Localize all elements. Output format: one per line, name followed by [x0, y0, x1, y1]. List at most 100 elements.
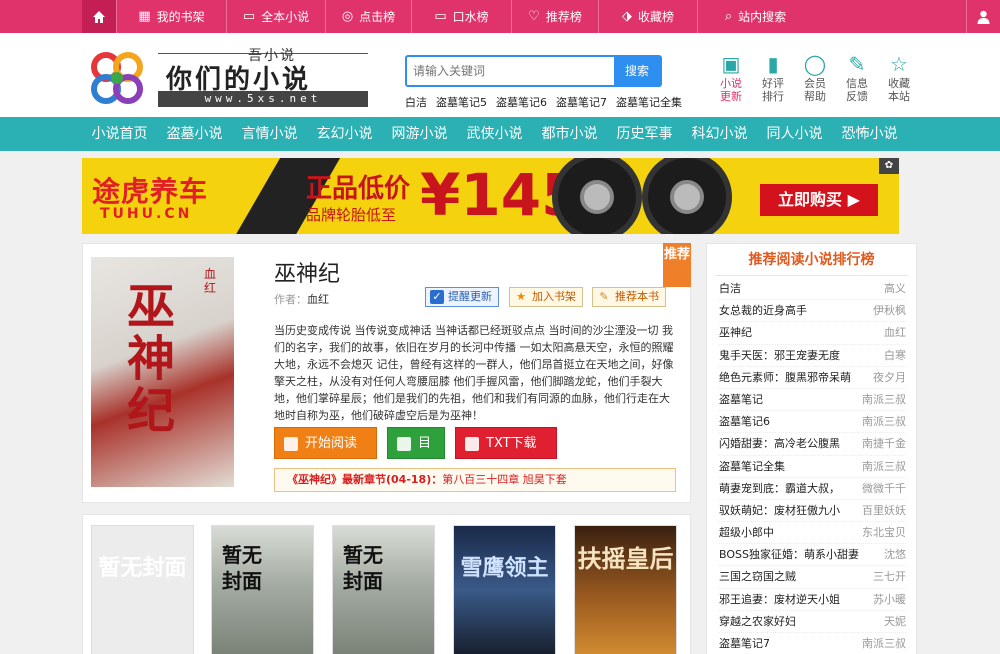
ranking-book-name[interactable]: 盗墓笔记: [719, 389, 763, 410]
header-icon-link[interactable]: ◯ 会员 帮助: [794, 51, 836, 103]
toc-button[interactable]: 目录: [387, 427, 445, 483]
category-nav-item[interactable]: 盗墓小说: [157, 117, 232, 151]
ranking-book-name[interactable]: 三国之窃国之贼: [719, 566, 796, 587]
top-nav-item[interactable]: ▦ 我的书架: [116, 0, 226, 33]
banner-headline: 正品低价: [306, 174, 411, 204]
banner-buy-button[interactable]: 立即购买 ▶: [760, 184, 878, 216]
ranking-book-name[interactable]: 驭妖萌妃：废材狂傲九小: [719, 500, 840, 521]
ranking-row[interactable]: 巫神纪 血红: [719, 322, 906, 345]
category-nav-item[interactable]: 网游小说: [382, 117, 457, 151]
ranking-row[interactable]: 闪婚甜妻：高冷老公腹黑 南捷千金: [719, 433, 906, 456]
ranking-list: 白洁 高义 女总裁的近身高手 伊秋枫 巫神纪 血红 鬼手天医：邪王宠妻无度 白寒 绝色元素师：腹…: [719, 278, 906, 654]
category-nav-item[interactable]: 同人小说: [757, 117, 832, 151]
remind-update-label: 提醒更新: [448, 290, 492, 303]
ranking-book-name[interactable]: BOSS独家征婚：萌系小甜妻: [719, 544, 859, 565]
category-nav-item[interactable]: 玄幻小说: [307, 117, 382, 151]
header: 吾小说 你们的小说 www.5xs.net 搜索 白洁盗墓笔记5 盗墓笔记6 盗墓笔…: [0, 33, 1000, 117]
ranking-row[interactable]: 驭妖萌妃：废材狂傲九小 百里妖妖: [719, 500, 906, 523]
category-nav-item[interactable]: 言情小说: [232, 117, 307, 151]
top-nav: ▦ 我的书架 ▭ 全本小说 ◎ 点击榜 ▭ 口水榜 ♡ 推荐榜 ⬗ 收藏榜 ⌕ 站内搜索: [82, 0, 916, 33]
top-nav-item[interactable]: ⌕ 站内搜索: [697, 0, 813, 33]
book-cover[interactable]: 巫神纪 血红: [91, 257, 234, 487]
ad-banner[interactable]: 途虎养车 TUHU.CN 正品低价 品牌轮胎低至 ¥145 立即购买 ▶ ✿: [82, 158, 899, 234]
home-icon: [93, 10, 105, 23]
ranking-book-name[interactable]: 萌妻宠到底：霸道大叔，: [719, 478, 840, 499]
ranking-row[interactable]: 鬼手天医：邪王宠妻无度 白寒: [719, 345, 906, 367]
ranking-book-name[interactable]: 盗墓笔记6: [719, 411, 770, 432]
hot-keyword[interactable]: 盗墓笔记6: [496, 94, 547, 110]
ranking-row[interactable]: 盗墓笔记全集 南派三叔: [719, 456, 906, 478]
ranking-row[interactable]: 女总裁的近身高手 伊秋枫: [719, 300, 906, 323]
star-icon: ☆: [890, 52, 908, 76]
txt-download-button[interactable]: TXT下载: [455, 427, 557, 459]
ranking-row[interactable]: 盗墓笔记 南派三叔: [719, 389, 906, 412]
ranking-book-name[interactable]: 白洁: [719, 278, 741, 299]
header-icon-label: 信息: [846, 77, 868, 90]
cover-title: 巫神纪: [127, 279, 176, 439]
category-nav-item[interactable]: 历史军事: [607, 117, 682, 151]
ranking-row[interactable]: 穿越之农家好妇 天妮: [719, 611, 906, 633]
ranking-row[interactable]: BOSS独家征婚：萌系小甜妻 沈悠: [719, 544, 906, 567]
ranking-row[interactable]: 绝色元素师：腹黑邪帝呆萌 夜夕月: [719, 367, 906, 389]
ranking-book-name[interactable]: 绝色元素师：腹黑邪帝呆萌: [719, 367, 851, 388]
book-thumb[interactable]: 暂无封面: [211, 525, 314, 654]
ranking-row[interactable]: 盗墓笔记6 南派三叔: [719, 411, 906, 434]
hot-keyword[interactable]: 白洁: [405, 94, 427, 110]
top-nav-label: 全本小说: [261, 10, 310, 24]
pencil-icon: ✎: [848, 52, 866, 76]
monitor-icon: ▭: [434, 9, 447, 24]
ranking-book-name[interactable]: 盗墓笔记7: [719, 633, 770, 654]
author-name[interactable]: 血红: [307, 293, 329, 306]
header-icon-link[interactable]: ▣ 小说 更新: [710, 51, 752, 103]
search-button[interactable]: 搜索: [614, 57, 660, 85]
site-logo[interactable]: 吾小说 你们的小说 www.5xs.net: [88, 45, 378, 111]
book-thumb-title: 雪鹰领主: [460, 556, 549, 581]
category-nav-item[interactable]: 恐怖小说: [832, 117, 907, 151]
book-thumb[interactable]: 暂无封面: [332, 525, 435, 654]
start-reading-button[interactable]: 开始阅读: [274, 427, 377, 459]
add-shelf-button[interactable]: ★ 加入书架: [509, 287, 583, 307]
top-nav-item[interactable]: ♡ 推荐榜: [511, 0, 598, 33]
ranking-book-name[interactable]: 穿越之农家好妇: [719, 611, 796, 632]
ranking-book-name[interactable]: 邪王追妻：废材逆天小姐: [719, 589, 840, 610]
category-nav-item[interactable]: 都市小说: [532, 117, 607, 151]
remind-update-button[interactable]: ✓ 提醒更新: [425, 287, 499, 307]
ranking-book-name[interactable]: 盗墓笔记全集: [719, 456, 785, 477]
top-nav-item[interactable]: ⬗ 收藏榜: [598, 0, 697, 33]
ranking-row[interactable]: 萌妻宠到底：霸道大叔， 微微千千: [719, 478, 906, 500]
list-icon: [284, 437, 298, 451]
header-icon-link[interactable]: ✎ 信息 反馈: [836, 51, 878, 103]
latest-chapter[interactable]: 《巫神纪》最新章节(04-18)：第八百三十四章 旭昊下套: [274, 468, 676, 492]
top-nav-item[interactable]: ▭ 口水榜: [411, 0, 511, 33]
ranking-row[interactable]: 三国之窃国之贼 三七开: [719, 566, 906, 589]
ranking-row[interactable]: 盗墓笔记7 南派三叔: [719, 633, 906, 654]
category-nav-item[interactable]: 武侠小说: [457, 117, 532, 151]
home-button[interactable]: [82, 0, 116, 33]
search-input[interactable]: [407, 57, 615, 85]
ranking-row[interactable]: 邪王追妻：废材逆天小姐 苏小暖: [719, 589, 906, 611]
recommend-book-button[interactable]: ✎ 推荐本书: [592, 287, 666, 307]
ranking-book-name[interactable]: 女总裁的近身高手: [719, 300, 807, 321]
hot-keyword[interactable]: 盗墓笔记7: [556, 94, 607, 110]
ranking-row[interactable]: 超级小郎中 东北宝贝: [719, 522, 906, 545]
ranking-book-name[interactable]: 闪婚甜妻：高冷老公腹黑: [719, 433, 840, 454]
book-thumb[interactable]: 暂无封面: [91, 525, 194, 654]
lightbulb-icon: ◯: [803, 52, 827, 76]
ranking-sidebar: 推荐阅读小说排行榜 白洁 高义 女总裁的近身高手 伊秋枫 巫神纪 血红 鬼手天医：邪王宠妻无…: [706, 243, 917, 654]
header-icon-link[interactable]: ☆ 收藏 本站: [878, 51, 920, 103]
book-thumb[interactable]: 扶摇皇后: [574, 525, 677, 654]
top-nav-item[interactable]: ▭ 全本小说: [226, 0, 325, 33]
ranking-book-name[interactable]: 鬼手天医：邪王宠妻无度: [719, 345, 840, 366]
category-nav-item[interactable]: 小说首页: [82, 117, 157, 151]
book-thumb[interactable]: 雪鹰领主: [453, 525, 556, 654]
hot-keyword[interactable]: 盗墓笔记全集: [616, 94, 682, 110]
hot-keyword[interactable]: 盗墓笔记5: [436, 94, 487, 110]
ranking-book-name[interactable]: 超级小郎中: [719, 522, 774, 543]
ranking-book-name[interactable]: 巫神纪: [719, 322, 752, 343]
header-icon-link[interactable]: ▮ 好评 排行: [752, 51, 794, 103]
ranking-row[interactable]: 白洁 高义: [719, 278, 906, 301]
bookmark-icon: ⬗: [621, 9, 632, 24]
top-nav-item[interactable]: ◎ 点击榜: [325, 0, 411, 33]
category-nav-item[interactable]: 科幻小说: [682, 117, 757, 151]
user-button[interactable]: [966, 0, 1000, 33]
